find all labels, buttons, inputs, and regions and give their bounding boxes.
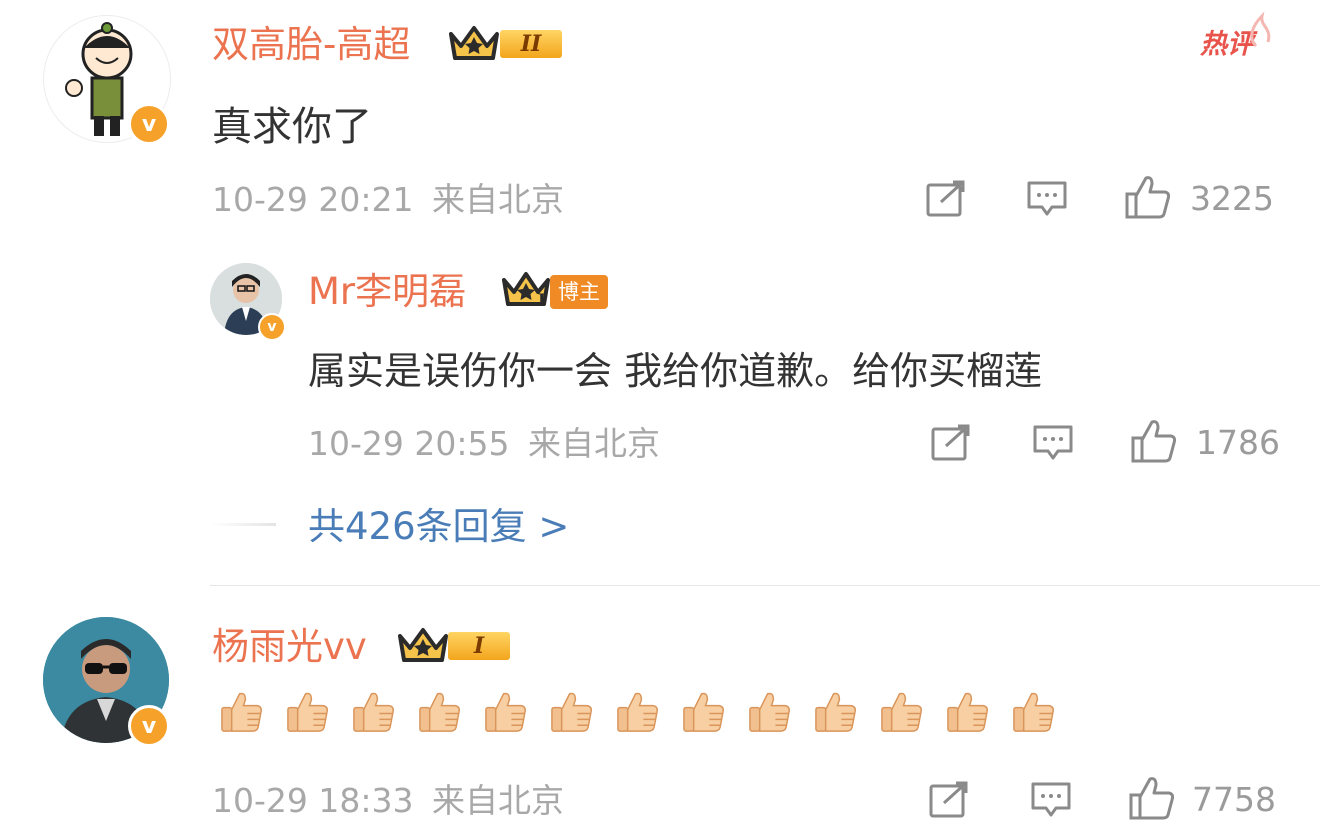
thumbs-up-emoji-icon: [683, 692, 724, 732]
like-count: 3225: [1190, 179, 1274, 218]
like-count: 1786: [1196, 423, 1280, 462]
comment-date: 10-29 20:55: [308, 424, 510, 463]
thumbs-up-emoji-icon: [485, 692, 526, 732]
level-badge: II: [500, 30, 562, 58]
repost-icon[interactable]: [928, 781, 970, 819]
comment-timestamp: 10-29 20:21 来自北京: [212, 183, 564, 216]
thumbs-up-emoji-icon: [353, 692, 394, 732]
comment-icon[interactable]: [1026, 180, 1068, 218]
level-badge: I: [448, 632, 510, 660]
comment-icon[interactable]: [1030, 781, 1072, 819]
hot-flame-icon: [1250, 11, 1271, 48]
emoji-row: [218, 688, 1057, 735]
thumbs-up-emoji-icon: [947, 692, 988, 732]
username[interactable]: 双高胎-高超: [212, 26, 410, 63]
comment-timestamp: 10-29 20:55 来自北京: [308, 427, 660, 460]
thumbs-up-emoji-icon: [1013, 692, 1054, 732]
thumbs-up-emoji-icon: [749, 692, 790, 732]
like-count: 7758: [1192, 780, 1276, 819]
comment-location: 来自北京: [431, 781, 564, 820]
comment-location: 来自北京: [431, 180, 564, 219]
like-icon[interactable]: [1128, 775, 1176, 821]
view-replies-link[interactable]: 共426条回复 >: [308, 508, 569, 545]
blogger-badge: 博主: [550, 275, 608, 309]
thumbs-up-emoji-icon: [617, 692, 658, 732]
like-icon[interactable]: [1124, 174, 1172, 220]
verified-badge: v: [128, 103, 170, 145]
level-badge: I: [538, 290, 546, 309]
repost-icon[interactable]: [925, 180, 967, 218]
username[interactable]: Mr李明磊: [308, 273, 466, 310]
comment-date: 10-29 18:33: [212, 781, 414, 820]
crown-icon: [398, 628, 448, 662]
comment-text: 真求你了: [212, 104, 372, 150]
comment-timestamp: 10-29 18:33 来自北京: [212, 784, 564, 817]
comment-icon[interactable]: [1032, 424, 1074, 462]
comment-location: 来自北京: [527, 424, 660, 463]
repost-icon[interactable]: [930, 424, 972, 462]
comment-text: 属实是误伤你一会 我给你道歉。给你买榴莲: [308, 349, 1043, 393]
verified-badge: v: [128, 705, 170, 747]
username[interactable]: 杨雨光vv: [212, 628, 367, 665]
thumbs-up-emoji-icon: [419, 692, 460, 732]
thumbs-up-emoji-icon: [287, 692, 328, 732]
thumbs-up-emoji-icon: [881, 692, 922, 732]
comment-date: 10-29 20:21: [212, 180, 414, 219]
thumbs-up-emoji-icon: [551, 692, 592, 732]
thumbs-up-emoji-icon: [221, 692, 262, 732]
reply-fade-line: [210, 523, 276, 526]
crown-icon: [449, 26, 499, 60]
verified-badge: v: [258, 313, 286, 341]
divider: [210, 585, 1320, 586]
thumbs-up-emoji-icon: [815, 692, 856, 732]
like-icon[interactable]: [1130, 418, 1178, 464]
